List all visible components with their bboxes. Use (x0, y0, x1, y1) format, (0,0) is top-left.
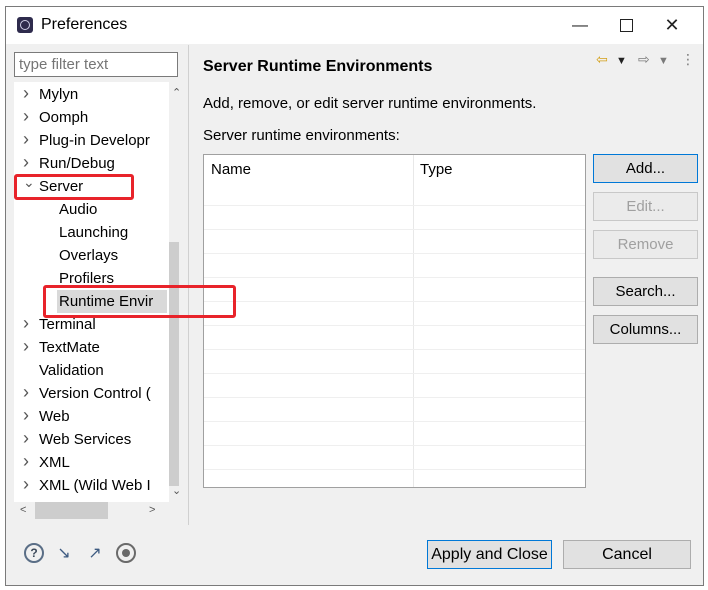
tree-item[interactable]: › Version Control ( (14, 382, 164, 405)
page-title: Server Runtime Environments (203, 58, 433, 75)
tree-item[interactable]: › Run/Debug (14, 152, 164, 175)
cancel-button[interactable]: Cancel (563, 540, 691, 569)
help-icon[interactable]: ? (23, 542, 45, 564)
table-row-divider (204, 397, 585, 398)
tree-item-label: Validation (39, 362, 104, 379)
tree-item[interactable]: Validation (14, 359, 164, 382)
table-row-divider (204, 421, 585, 422)
table-row-divider (204, 469, 585, 470)
tree-child-item[interactable]: Launching (14, 221, 164, 244)
export-icon[interactable]: ↗ (84, 542, 106, 564)
table-row-divider (204, 373, 585, 374)
tree-item[interactable]: › Web Services (14, 428, 164, 451)
table-row-divider (204, 277, 585, 278)
scroll-left-arrow-icon[interactable]: < (20, 504, 26, 516)
tree-item[interactable]: › XML (14, 451, 164, 474)
tree-item[interactable]: › XML (Wild Web I (14, 474, 164, 497)
scroll-right-arrow-icon[interactable]: > (149, 504, 155, 516)
scroll-up-arrow-icon[interactable]: ⌃ (172, 86, 179, 99)
chevron-right-icon[interactable]: › (23, 404, 35, 427)
tree-item-label: Run/Debug (39, 155, 115, 172)
tree-item-label: XML (Wild Web I (39, 477, 151, 494)
tree-item[interactable]: › Web (14, 405, 164, 428)
forward-menu-chevron-icon[interactable]: ▼ (658, 55, 669, 67)
tree-item-label: Version Control ( (39, 385, 151, 402)
table-row-divider (204, 325, 585, 326)
page-description: Add, remove, or edit server runtime envi… (203, 95, 537, 112)
tree-item-label: Web Services (39, 431, 132, 448)
apply-and-close-button[interactable]: Apply and Close (427, 540, 552, 569)
chevron-right-icon[interactable]: › (23, 427, 35, 450)
table-row-divider (204, 301, 585, 302)
remove-button[interactable]: Remove (593, 230, 698, 259)
close-icon: ✕ (664, 15, 680, 35)
scroll-down-arrow-icon[interactable]: ⌄ (172, 484, 179, 497)
chevron-right-icon[interactable]: › (23, 450, 35, 473)
tree-item-label: Plug-in Developr (39, 132, 150, 149)
add-button[interactable]: Add... (593, 154, 698, 183)
tree-item[interactable]: › TextMate (14, 336, 164, 359)
tree-item-label: TextMate (39, 339, 100, 356)
edit-button[interactable]: Edit... (593, 192, 698, 221)
table-row-divider (204, 205, 585, 206)
tree-item-label: Launching (59, 224, 129, 241)
tree-item[interactable]: › Mylyn (14, 83, 164, 106)
back-arrow-icon[interactable]: ⇦ (596, 51, 608, 68)
back-menu-chevron-icon[interactable]: ▼ (616, 55, 627, 67)
tree-item-label: Overlays (59, 247, 119, 264)
table-label: Server runtime environments: (203, 127, 400, 144)
search-button[interactable]: Search... (593, 277, 698, 306)
tree-horizontal-scroll-thumb[interactable] (35, 502, 108, 519)
chevron-right-icon[interactable]: › (23, 335, 35, 358)
server-highlight-box (14, 174, 134, 200)
tree-child-item[interactable]: Audio (14, 198, 164, 221)
table-row-divider (204, 253, 585, 254)
chevron-right-icon[interactable]: › (23, 381, 35, 404)
eclipse-app-icon (17, 17, 33, 33)
tree-item-label: Mylyn (39, 86, 79, 103)
tree-child-item[interactable]: Overlays (14, 244, 164, 267)
table-row-divider (204, 229, 585, 230)
title-bar: Preferences — ✕ (6, 7, 703, 44)
tree-item-label: Oomph (39, 109, 89, 126)
table-row-divider (204, 445, 585, 446)
columns-button[interactable]: Columns... (593, 315, 698, 344)
record-icon[interactable] (115, 542, 137, 564)
runtime-environments-table[interactable]: Name Type (203, 154, 586, 488)
tree-item-label: Audio (59, 201, 98, 218)
chevron-right-icon[interactable]: › (23, 82, 35, 105)
tree-vertical-scroll-thumb[interactable] (169, 242, 179, 486)
column-header-name[interactable]: Name (204, 155, 251, 188)
table-row-divider (204, 349, 585, 350)
filter-input[interactable] (14, 52, 178, 77)
window-title: Preferences (41, 16, 128, 33)
view-menu-icon[interactable]: ⋮ (681, 51, 695, 68)
runtime-envir-highlight-box (43, 285, 236, 318)
chevron-right-icon[interactable]: › (23, 473, 35, 496)
chevron-right-icon[interactable]: › (23, 312, 35, 335)
column-header-type[interactable]: Type (413, 155, 453, 188)
tree-item-label: Web (39, 408, 70, 425)
chevron-right-icon[interactable]: › (23, 105, 35, 128)
close-button[interactable]: ✕ (649, 7, 695, 44)
tree-item-label: XML (39, 454, 70, 471)
tree-item[interactable]: › Oomph (14, 106, 164, 129)
chevron-right-icon[interactable]: › (23, 128, 35, 151)
tree-item[interactable]: › Plug-in Developr (14, 129, 164, 152)
minimize-button[interactable]: — (557, 7, 603, 44)
forward-arrow-icon[interactable]: ⇨ (638, 51, 650, 68)
maximize-icon (619, 19, 633, 32)
maximize-button[interactable] (603, 7, 649, 44)
minimize-icon: — (572, 16, 588, 34)
import-icon[interactable]: ↘ (53, 542, 75, 564)
